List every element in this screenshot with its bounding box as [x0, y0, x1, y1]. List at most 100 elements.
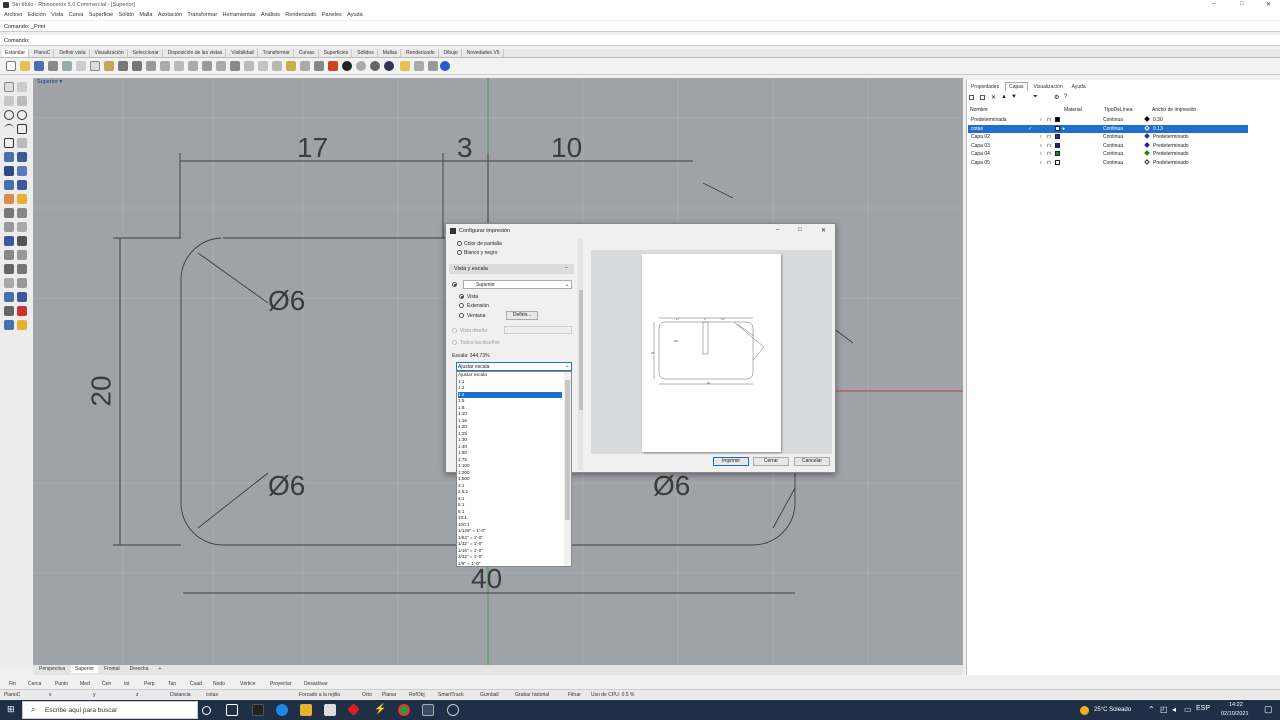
col-printwidth[interactable]: Ancho de impresión: [1152, 107, 1196, 113]
list-item-selected[interactable]: 1:4: [458, 391, 562, 398]
define-button[interactable]: Definir...: [506, 311, 538, 320]
rhino-taskbar-icon[interactable]: [422, 704, 434, 716]
dialog-maximize-button[interactable]: □: [798, 227, 802, 233]
status-grid-snap[interactable]: Forzado a la rejilla: [299, 692, 340, 698]
rotate-tool-icon[interactable]: [4, 222, 14, 232]
status-orto[interactable]: Orto: [362, 692, 372, 698]
file-explorer-icon[interactable]: [300, 704, 312, 716]
rectangle-tool-icon[interactable]: [17, 124, 27, 134]
grid-icon[interactable]: [230, 61, 240, 71]
tab-transformar[interactable]: Transformar: [260, 49, 294, 57]
fillet-tool-icon[interactable]: [4, 152, 14, 162]
tab-planoc[interactable]: PlanoC: [31, 49, 55, 57]
new-file-icon[interactable]: [6, 61, 16, 71]
filter-icon[interactable]: ⏷: [1033, 94, 1038, 101]
radio-color-pantalla[interactable]: [457, 241, 462, 246]
trim-tool-icon[interactable]: [4, 250, 14, 260]
windows-start-icon[interactable]: ⊞: [7, 704, 17, 714]
cut-icon[interactable]: [76, 61, 86, 71]
list-item[interactable]: 3/32" = 1'-0": [458, 554, 562, 560]
list-item[interactable]: 1:1: [458, 379, 562, 385]
undo-icon[interactable]: [118, 61, 128, 71]
cancel-button[interactable]: Cancelar: [794, 457, 830, 466]
clock-time[interactable]: 14:22: [1229, 702, 1243, 708]
cortana-icon[interactable]: [202, 706, 211, 715]
point-tool-icon[interactable]: [17, 82, 27, 92]
zoom-icon[interactable]: [174, 61, 184, 71]
status-smarttrack[interactable]: SmartTrack: [438, 692, 464, 698]
tab-frontal[interactable]: Frontal: [100, 665, 124, 673]
xray-sphere-icon[interactable]: [384, 61, 394, 71]
move-up-icon[interactable]: ▲: [1001, 94, 1007, 100]
task-view-icon[interactable]: [226, 704, 238, 716]
help-circle-icon[interactable]: ?: [1064, 94, 1067, 100]
list-item[interactable]: 1/8" = 1'-0": [458, 561, 562, 567]
radio-view[interactable]: [452, 282, 457, 287]
snap-icon[interactable]: [286, 61, 296, 71]
osnap-cerca[interactable]: Cerca: [28, 681, 41, 687]
move-down-icon[interactable]: ▼: [1011, 94, 1017, 100]
analyze-tool-icon[interactable]: [4, 320, 14, 330]
hide-tool-icon[interactable]: [4, 306, 14, 316]
curve-tool-icon[interactable]: [17, 138, 27, 148]
list-item[interactable]: 1:200: [458, 470, 562, 476]
osnap-nodo[interactable]: Nodo: [213, 681, 225, 687]
osnap-tan[interactable]: Tan: [168, 681, 176, 687]
menu-solido[interactable]: Sólido: [119, 12, 134, 18]
layer-row[interactable]: Predeterminada ♀ ⊓ Continua 0.30: [968, 116, 1248, 124]
app-icon-bolt[interactable]: ⚡: [374, 704, 386, 716]
notifications-icon[interactable]: ▢: [1264, 704, 1273, 715]
mirror-tool-icon[interactable]: [4, 236, 14, 246]
tab-disposicion[interactable]: Disposición de las vistas: [165, 49, 227, 57]
list-item[interactable]: 1:75: [458, 457, 562, 463]
block-tool-icon[interactable]: [17, 292, 27, 302]
solid-cylinder-icon[interactable]: [17, 180, 27, 190]
lock-icon[interactable]: [314, 61, 324, 71]
osnap-punto[interactable]: Punto: [55, 681, 68, 687]
lock-open-icon[interactable]: ⊓: [1047, 160, 1051, 166]
list-item[interactable]: 10:1: [458, 515, 562, 521]
menu-vista[interactable]: Vista: [51, 12, 63, 18]
tab-seleccionar[interactable]: Seleccionar: [130, 49, 163, 57]
col-linetype[interactable]: TipoDeLínea: [1104, 107, 1132, 113]
dimension-tool-icon[interactable]: [17, 278, 27, 288]
status-planar[interactable]: Planar: [382, 692, 396, 698]
menu-edicion[interactable]: Edición: [28, 12, 46, 18]
tab-derecha[interactable]: Derecha: [126, 665, 153, 673]
app-icon-circle[interactable]: [447, 704, 459, 716]
radio-vista-diseno[interactable]: [452, 328, 457, 333]
open-file-icon[interactable]: [20, 61, 30, 71]
battery-icon[interactable]: ▭: [1184, 705, 1192, 714]
list-item[interactable]: 1:10: [458, 411, 562, 417]
dialog-minimize-button[interactable]: –: [776, 227, 779, 233]
line-tool-icon[interactable]: [4, 96, 14, 106]
point-icon[interactable]: [300, 61, 310, 71]
polygon-tool-icon[interactable]: [4, 138, 14, 148]
tab-novedades[interactable]: Novedades V5: [464, 49, 504, 57]
osnap-proyectar[interactable]: Proyectar: [270, 681, 291, 687]
scale-tool-icon[interactable]: [17, 222, 27, 232]
tab-renderizado[interactable]: Renderizado: [403, 49, 439, 57]
osnap-cen[interactable]: Cen: [102, 681, 111, 687]
scrollbar-thumb[interactable]: [579, 290, 583, 410]
osnap-med[interactable]: Med: [80, 681, 90, 687]
lock-open-icon[interactable]: ⊓: [1047, 117, 1051, 123]
group-tool-icon[interactable]: [4, 292, 14, 302]
move-tool-icon[interactable]: [4, 208, 14, 218]
tab-visualizacion[interactable]: Visualización: [92, 49, 128, 57]
ghosted-sphere-icon[interactable]: [370, 61, 380, 71]
layout-select[interactable]: [504, 326, 572, 334]
app-icon-media[interactable]: [252, 704, 264, 716]
list-item[interactable]: 100:1: [458, 522, 562, 528]
lightbulb-icon[interactable]: ♀: [1039, 160, 1043, 166]
mesh-tool-icon[interactable]: [4, 194, 14, 204]
tab-visualizacion-panel[interactable]: Visualización: [1031, 83, 1066, 91]
select-arrow-icon[interactable]: [4, 82, 14, 92]
solid-box-icon[interactable]: [4, 180, 14, 190]
lock-open-icon[interactable]: ⊓: [1047, 151, 1051, 157]
zoom-selected-icon[interactable]: [216, 61, 226, 71]
rotate-view-icon[interactable]: [160, 61, 170, 71]
close-button[interactable]: ✕: [1266, 1, 1271, 8]
list-item[interactable]: 1:20: [458, 424, 562, 430]
lock-open-icon[interactable]: ⊓: [1047, 134, 1051, 140]
